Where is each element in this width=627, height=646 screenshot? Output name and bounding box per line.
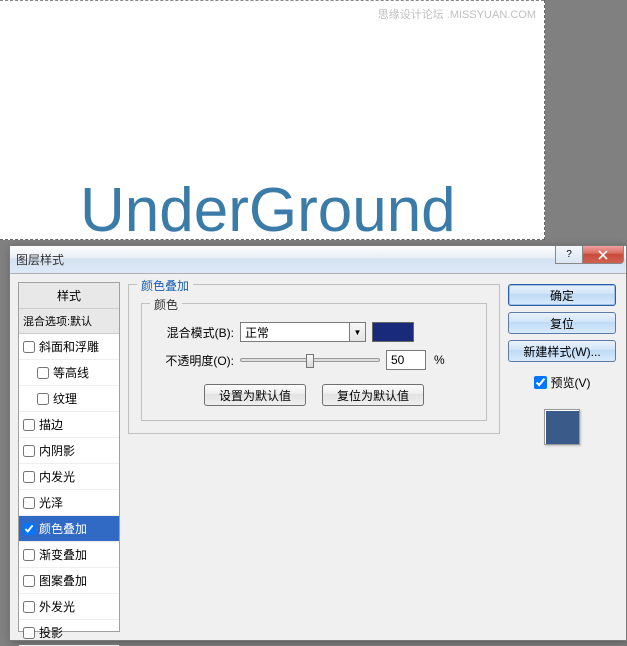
style-effect-row[interactable]: 内发光 <box>19 464 119 490</box>
effect-checkbox[interactable] <box>23 627 35 639</box>
effect-checkbox[interactable] <box>37 393 49 405</box>
style-effect-row[interactable]: 渐变叠加 <box>19 542 119 568</box>
effect-label: 纹理 <box>53 390 77 407</box>
effect-label: 渐变叠加 <box>39 546 87 563</box>
style-effect-row[interactable]: 内阴影 <box>19 438 119 464</box>
close-icon <box>598 250 608 260</box>
dialog-title: 图层样式 <box>16 251 64 268</box>
dialog-buttons-panel: 确定 复位 新建样式(W)... 预览(V) <box>508 282 616 632</box>
style-effect-row[interactable]: 等高线 <box>19 360 119 386</box>
effect-label: 投影 <box>39 624 63 641</box>
preview-swatch <box>544 409 580 445</box>
new-style-button[interactable]: 新建样式(W)... <box>508 340 616 362</box>
effect-label: 描边 <box>39 416 63 433</box>
effect-label: 外发光 <box>39 598 75 615</box>
preview-checkbox[interactable] <box>534 376 547 389</box>
blend-mode-value: 正常 <box>245 324 269 341</box>
section-title: 颜色叠加 <box>137 277 193 294</box>
effect-checkbox[interactable] <box>23 549 35 561</box>
close-button[interactable] <box>582 246 624 264</box>
effect-label: 颜色叠加 <box>39 520 87 537</box>
effect-checkbox[interactable] <box>23 497 35 509</box>
set-default-button[interactable]: 设置为默认值 <box>204 384 306 406</box>
style-effect-row[interactable]: 光泽 <box>19 490 119 516</box>
effect-label: 光泽 <box>39 494 63 511</box>
effect-checkbox[interactable] <box>23 575 35 587</box>
effect-checkbox[interactable] <box>37 367 49 379</box>
opacity-label: 不透明度(O): <box>154 352 234 369</box>
effect-checkbox[interactable] <box>23 471 35 483</box>
effect-label: 图案叠加 <box>39 572 87 589</box>
effect-checkbox[interactable] <box>23 445 35 457</box>
opacity-unit: % <box>434 353 445 367</box>
overlay-color-swatch[interactable] <box>372 322 414 342</box>
inner-section-title: 颜色 <box>150 296 182 313</box>
style-effect-row[interactable]: 纹理 <box>19 386 119 412</box>
settings-panel: 颜色叠加 颜色 混合模式(B): 正常 ▼ 不 <box>128 282 500 632</box>
effect-checkbox[interactable] <box>23 523 35 535</box>
reset-button[interactable]: 复位 <box>508 312 616 334</box>
effect-checkbox[interactable] <box>23 341 35 353</box>
styles-header[interactable]: 样式 <box>19 283 119 309</box>
help-button[interactable]: ? <box>555 246 583 264</box>
effect-label: 内阴影 <box>39 442 75 459</box>
canvas-area: 思缘设计论坛 .MISSYUAN.COM UnderGround <box>0 0 545 240</box>
preview-label: 预览(V) <box>551 374 591 391</box>
slider-thumb[interactable] <box>306 354 314 368</box>
effect-label: 斜面和浮雕 <box>39 338 99 355</box>
chevron-down-icon[interactable]: ▼ <box>350 322 366 342</box>
effect-label: 内发光 <box>39 468 75 485</box>
blend-options-row[interactable]: 混合选项:默认 <box>19 309 119 334</box>
blend-mode-select[interactable]: 正常 <box>240 322 350 342</box>
style-effect-row[interactable]: 斜面和浮雕 <box>19 334 119 360</box>
effect-checkbox[interactable] <box>23 419 35 431</box>
styles-list-panel: 样式 混合选项:默认 斜面和浮雕等高线纹理描边内阴影内发光光泽颜色叠加渐变叠加图… <box>18 282 120 632</box>
watermark-text: 思缘设计论坛 .MISSYUAN.COM <box>378 6 536 22</box>
style-effect-row[interactable]: 描边 <box>19 412 119 438</box>
opacity-input[interactable] <box>386 350 426 370</box>
style-effect-row[interactable]: 图案叠加 <box>19 568 119 594</box>
style-effect-row[interactable]: 颜色叠加 <box>19 516 119 542</box>
reset-default-button[interactable]: 复位为默认值 <box>322 384 424 406</box>
blend-mode-label: 混合模式(B): <box>154 324 234 341</box>
style-effect-row[interactable]: 投影 <box>19 620 119 646</box>
ok-button[interactable]: 确定 <box>508 284 616 306</box>
style-effect-row[interactable]: 外发光 <box>19 594 119 620</box>
opacity-slider[interactable] <box>240 358 380 362</box>
effect-checkbox[interactable] <box>23 601 35 613</box>
layer-style-dialog: 图层样式 ? 样式 混合选项:默认 斜面和浮雕等高线纹理描边内阴影内发光光泽颜色… <box>9 245 627 641</box>
dialog-titlebar[interactable]: 图层样式 ? <box>10 246 626 274</box>
canvas-sample-text: UnderGround <box>80 175 456 246</box>
effect-label: 等高线 <box>53 364 89 381</box>
